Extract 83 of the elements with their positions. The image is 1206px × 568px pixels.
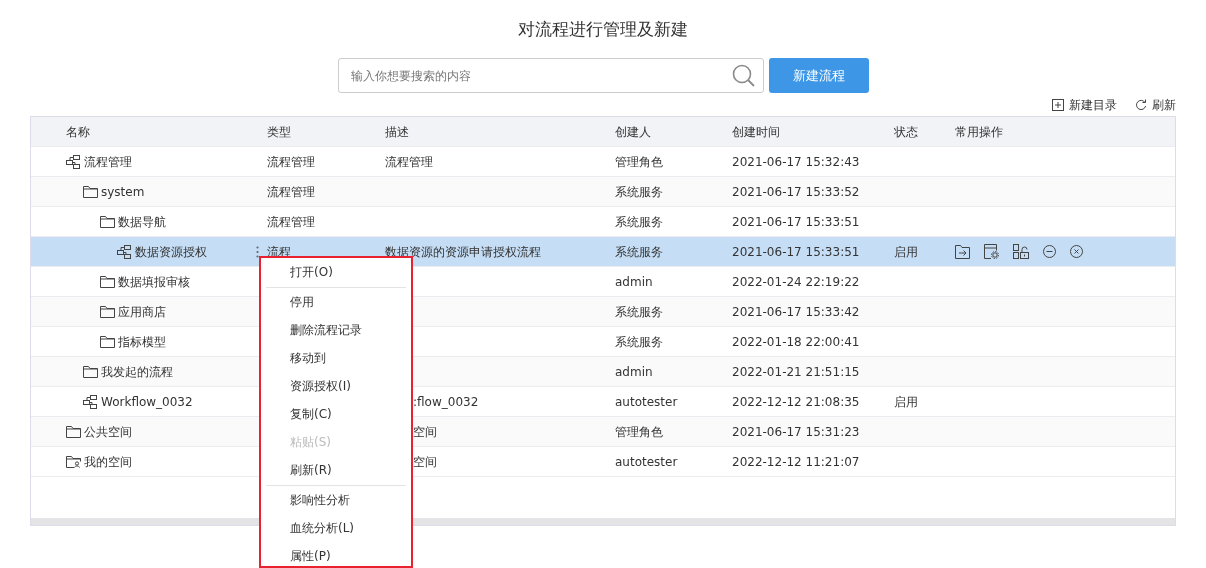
process-icon	[117, 244, 132, 259]
folder-icon	[100, 335, 115, 348]
menu-item[interactable]: 刷新(R)	[266, 456, 406, 486]
tree-item-label[interactable]: 数据填报审核	[118, 272, 190, 291]
column-header: 名称	[65, 123, 91, 141]
table-cell: 2022-12-12 11:21:07	[732, 454, 860, 469]
tree-item-label[interactable]: Workflow_0032	[101, 392, 193, 411]
minus-circle-icon[interactable]	[1043, 245, 1056, 258]
more-icon[interactable]	[256, 245, 259, 258]
user-folder-icon	[66, 455, 81, 468]
table-cell: 2021-06-17 15:32:43	[732, 154, 860, 169]
table-cell: 系统服务	[615, 214, 663, 229]
table-cell: 管理角色	[615, 424, 663, 439]
table-cell: 系统服务	[615, 184, 663, 199]
menu-item[interactable]: 影响性分析	[266, 486, 406, 514]
search-field[interactable]: 输入你想要搜索的内容	[338, 58, 764, 93]
folder-icon	[100, 215, 115, 228]
refresh-icon	[1135, 99, 1147, 111]
tree-item-label[interactable]: 指标模型	[118, 332, 166, 351]
table-cell: 2021-06-17 15:31:23	[732, 424, 860, 439]
table-cell: autotester	[615, 394, 678, 409]
tree-item-label[interactable]: 数据导航	[118, 212, 166, 231]
folder-icon	[83, 365, 98, 378]
column-header: 描述	[385, 123, 410, 141]
table-cell: 流程管理	[385, 154, 433, 169]
refresh-link[interactable]: 刷新	[1135, 96, 1176, 114]
table-cell: 启用	[894, 244, 918, 259]
table-cell: 流程管理	[267, 154, 315, 169]
table-cell: 系统服务	[615, 244, 663, 259]
close-circle-icon[interactable]	[1070, 245, 1083, 258]
page-title: 对流程进行管理及新建	[517, 18, 689, 41]
table-cell: :flow_0032	[413, 394, 479, 409]
table-cell: 2022-01-18 22:00:41	[732, 334, 860, 349]
table-cell: 流程管理	[267, 184, 315, 199]
file-gear-icon[interactable]	[984, 244, 999, 259]
table-cell: 2022-01-24 22:19:22	[732, 274, 860, 289]
folder-icon	[100, 275, 115, 288]
new-folder-icon	[1052, 99, 1064, 111]
menu-item[interactable]: 打开(O)	[266, 258, 406, 288]
column-header: 创建时间	[732, 123, 781, 141]
table-cell: 2022-12-12 21:08:35	[732, 394, 860, 409]
table-cell: 2021-06-17 15:33:52	[732, 184, 860, 199]
table-cell: 空间	[413, 424, 437, 439]
menu-item[interactable]: 移动到	[266, 344, 406, 372]
table-cell: autotester	[615, 454, 678, 469]
column-header: 类型	[267, 123, 292, 141]
column-header: 常用操作	[955, 123, 1004, 141]
table-cell: 系统服务	[615, 304, 663, 319]
tree-item-label[interactable]: 公共空间	[84, 422, 132, 441]
table-cell: admin	[615, 364, 653, 379]
process-icon	[66, 154, 81, 169]
folder-icon	[83, 185, 98, 198]
table-cell: 空间	[413, 454, 437, 469]
menu-item[interactable]: 停用	[266, 288, 406, 316]
menu-item[interactable]: 资源授权(I)	[266, 372, 406, 400]
table-cell: 2021-06-17 15:33:51	[732, 214, 860, 229]
menu-item[interactable]: 属性(P)	[266, 542, 406, 568]
process-icon	[83, 394, 98, 409]
table-cell: 2022-01-21 21:51:15	[732, 364, 860, 379]
search-icon	[732, 64, 756, 88]
table-cell: 管理角色	[615, 154, 663, 169]
tree-item-label[interactable]: 流程管理	[84, 152, 132, 171]
new-folder-link[interactable]: 新建目录	[1052, 96, 1117, 114]
table-cell: 2021-06-17 15:33:42	[732, 304, 860, 319]
folder-icon	[66, 425, 81, 438]
tree-item-label[interactable]: 我发起的流程	[101, 362, 173, 381]
tree-item-label[interactable]: 我的空间	[84, 452, 132, 471]
column-header: 状态	[894, 123, 919, 141]
column-header: 创建人	[615, 123, 652, 141]
table-cell: 流程管理	[267, 214, 315, 229]
menu-item[interactable]: 复制(C)	[266, 400, 406, 428]
tree-item-label[interactable]: system	[101, 182, 145, 201]
table-cell: 2021-06-17 15:33:51	[732, 244, 860, 259]
tree-item-label[interactable]: 应用商店	[118, 302, 166, 321]
grid-lock-icon[interactable]	[1013, 244, 1029, 259]
table-cell: 系统服务	[615, 334, 663, 349]
table-cell: 启用	[894, 394, 918, 409]
menu-item[interactable]: 删除流程记录	[266, 316, 406, 344]
move-to-folder-icon[interactable]	[955, 244, 970, 259]
table-cell: admin	[615, 274, 653, 289]
folder-icon	[100, 305, 115, 318]
tree-item-label[interactable]: 数据资源授权	[135, 242, 207, 261]
menu-item[interactable]: 血统分析(L)	[266, 514, 406, 542]
